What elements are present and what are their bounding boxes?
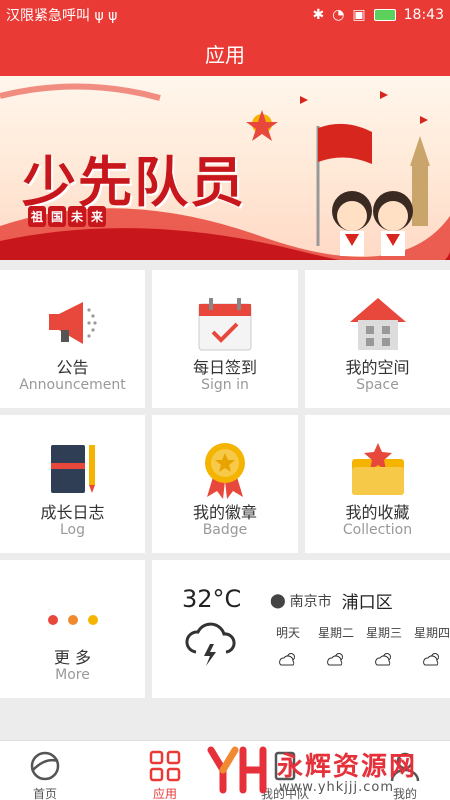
tile-sublabel: Badge	[202, 522, 248, 538]
watermark-title: 永辉资源网	[277, 752, 418, 782]
tile-sublabel: More	[55, 667, 90, 683]
status-carrier-text: 汉限紧急呼叫 ψ ψ	[6, 8, 118, 24]
watermark-logo-icon	[207, 746, 267, 794]
megaphone-icon	[48, 302, 97, 344]
grid-icon	[149, 750, 181, 782]
watermark: 永辉资源网 www.yhkjjj.com	[205, 740, 435, 800]
title-bar: 应用	[0, 30, 450, 76]
status-bar: 汉限紧急呼叫 ψ ψ ✱ ◔ ▣ 18:43	[0, 0, 450, 30]
banner-image[interactable]: 少先队员 祖 国 未 来	[0, 76, 450, 260]
tab-apps[interactable]: 应用	[120, 741, 210, 800]
wifi-icon: ◔	[332, 7, 345, 23]
weather-location: ⬤ 南京市 浦口区	[270, 588, 393, 614]
weather-city: 南京市	[289, 593, 332, 610]
tile-label: 每日签到	[192, 358, 257, 377]
tile-sublabel: Space	[356, 377, 399, 393]
tile-label: 我的收藏	[345, 503, 410, 522]
page-title: 应用	[205, 42, 245, 67]
bluetooth-icon: ✱	[312, 7, 325, 23]
tile-sublabel: Announcement	[19, 377, 126, 393]
tile-sign-in[interactable]: 每日签到 Sign in	[152, 270, 298, 408]
thunderstorm-icon	[185, 622, 236, 666]
banner-subtitle: 祖 国 未 来	[28, 206, 107, 227]
tile-label: 我的徽章	[192, 503, 257, 522]
tile-label: 更 多	[53, 648, 92, 667]
partly-cloudy-icon	[279, 653, 295, 666]
tile-collection[interactable]: 我的收藏 Collection	[305, 415, 450, 553]
notebook-pencil-icon	[50, 445, 95, 493]
signal-alert-icon: ▣	[352, 7, 366, 23]
planet-icon	[30, 751, 60, 781]
partly-cloudy-icon	[375, 653, 391, 666]
tile-sublabel: Log	[59, 522, 85, 538]
location-pin-icon: ⬤	[270, 592, 286, 609]
tile-log[interactable]: 成长日志 Log	[0, 415, 145, 553]
tile-label: 我的空间	[345, 358, 410, 377]
weather-forecast: 明天 星期二 星期三 星期四	[264, 624, 450, 667]
tile-label: 成长日志	[40, 503, 105, 522]
more-dots-icon	[47, 615, 98, 625]
medal-icon	[205, 443, 245, 499]
weather-temperature: 32°C	[182, 585, 242, 613]
tile-sublabel: Sign in	[201, 377, 249, 393]
forecast-day: 明天	[264, 624, 312, 667]
watermark-url: www.yhkjjj.com	[279, 780, 395, 795]
weather-district: 浦口区	[341, 593, 393, 613]
partly-cloudy-icon	[327, 653, 343, 666]
status-time: 18:43	[403, 7, 444, 23]
tile-label: 公告	[56, 358, 89, 377]
weather-card[interactable]: 32°C ⬤ 南京市 浦口区 明天 星期二 星期三 星期四	[152, 560, 450, 698]
tile-space[interactable]: 我的空间 Space	[305, 270, 450, 408]
forecast-day: 星期三	[360, 624, 408, 667]
partly-cloudy-icon	[423, 653, 439, 666]
tile-badge[interactable]: 我的徽章 Badge	[152, 415, 298, 553]
forecast-day: 星期四	[408, 624, 450, 667]
forecast-day: 星期二	[312, 624, 360, 667]
tile-more[interactable]: 更 多 More	[0, 560, 145, 698]
folder-star-icon	[351, 443, 404, 495]
tile-announcement[interactable]: 公告 Announcement	[0, 270, 145, 408]
house-icon	[349, 298, 406, 350]
calendar-check-icon	[198, 298, 252, 351]
battery-icon	[373, 9, 396, 21]
tab-home[interactable]: 首页	[0, 741, 90, 800]
tile-sublabel: Collection	[342, 522, 413, 538]
